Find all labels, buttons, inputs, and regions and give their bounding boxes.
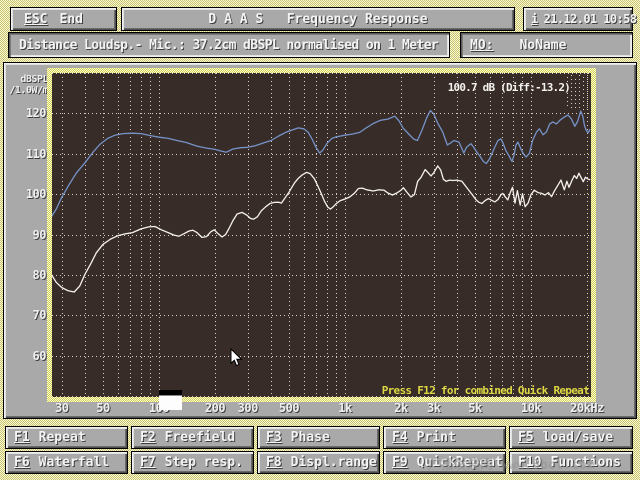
f2-freefield-button[interactable]: F2 Freefield [131,426,254,449]
f10-key: F10 [518,455,541,470]
f3-label: Phase [291,430,330,445]
f10-label: Functions [550,455,620,470]
f9-key: F9 [392,455,408,470]
mo-key-label: MO: [470,38,493,53]
f9-quick-repeat-button[interactable]: F9 QuickRepeat [383,451,506,474]
f4-print-button[interactable]: F4 Print [383,426,506,449]
daas-screen: ESC End D A A S Frequency Response i 21.… [0,0,640,480]
chart-frame: 100.7 dB (Diff:-13.2) Press F12 for comb… [47,68,596,402]
memory-name-field[interactable]: MO: NoName [460,32,633,58]
y-tick-label: 110 [4,147,46,161]
y-tick-label: 90 [4,228,46,242]
f7-label: Step resp. [165,455,243,470]
f6-key: F6 [14,455,30,470]
f3-phase-button[interactable]: F3 Phase [257,426,380,449]
measurement-status-text: Distance Loudsp.- Mic.: 37.2cm dBSPL nor… [19,38,438,53]
mo-value-label: NoName [519,38,566,53]
f4-label: Print [417,430,456,445]
f8-displ-range-button[interactable]: F8 Displ.range [257,451,380,474]
y-tick-label: 100 [4,187,46,201]
y-axis-unit-line1: dBSPL [6,74,48,85]
y-tick-label: 120 [4,106,46,120]
f8-label: Displ.range [291,455,377,470]
f1-label: Repeat [39,430,86,445]
f2-label: Freefield [165,430,235,445]
gate-marker-box [159,395,182,410]
lower-response-curve [52,166,590,292]
esc-action-label: End [59,12,82,27]
f8-key: F8 [266,455,282,470]
f1-key: F1 [14,430,30,445]
info-datetime-button[interactable]: i 21.12.01 10:58 [523,7,633,31]
response-curves-svg [52,73,591,397]
f3-key: F3 [266,430,282,445]
f5-label: load/save [543,430,613,445]
f6-label: Waterfall [39,455,109,470]
level-readout: 100.7 dB (Diff:-13.2) [448,81,570,94]
esc-key-label: ESC [24,12,47,27]
f6-waterfall-button[interactable]: F6 Waterfall [5,451,128,474]
app-title-bar: D A A S Frequency Response [121,7,515,31]
y-axis-unit-line2: /1.0W/m [6,85,48,96]
f12-hint-text: Press F12 for combined Quick Repeat [382,384,589,397]
f5-key: F5 [518,430,534,445]
f9-label: QuickRepeat [417,455,503,470]
y-tick-label: 60 [4,349,46,363]
info-key-label: i [531,12,538,26]
f7-key: F7 [140,455,156,470]
f2-key: F2 [140,430,156,445]
y-tick-label: 70 [4,308,46,322]
f7-step-resp-button[interactable]: F7 Step resp. [131,451,254,474]
esc-end-button[interactable]: ESC End [10,7,117,31]
f1-repeat-button[interactable]: F1 Repeat [5,426,128,449]
f10-functions-button[interactable]: F10 Functions [509,451,633,474]
f4-key: F4 [392,430,408,445]
datetime-label: 21.12.01 10:58 [544,12,637,26]
app-title: D A A S Frequency Response [208,12,427,27]
y-tick-label: 80 [4,268,46,282]
upper-response-curve [52,111,590,217]
f5-load-save-button[interactable]: F5 load/save [509,426,633,449]
measurement-status-bar: Distance Loudsp.- Mic.: 37.2cm dBSPL nor… [8,32,450,58]
frequency-response-plot: 100.7 dB (Diff:-13.2) Press F12 for comb… [52,73,591,397]
x-tick-label: 20kHz [552,401,622,415]
